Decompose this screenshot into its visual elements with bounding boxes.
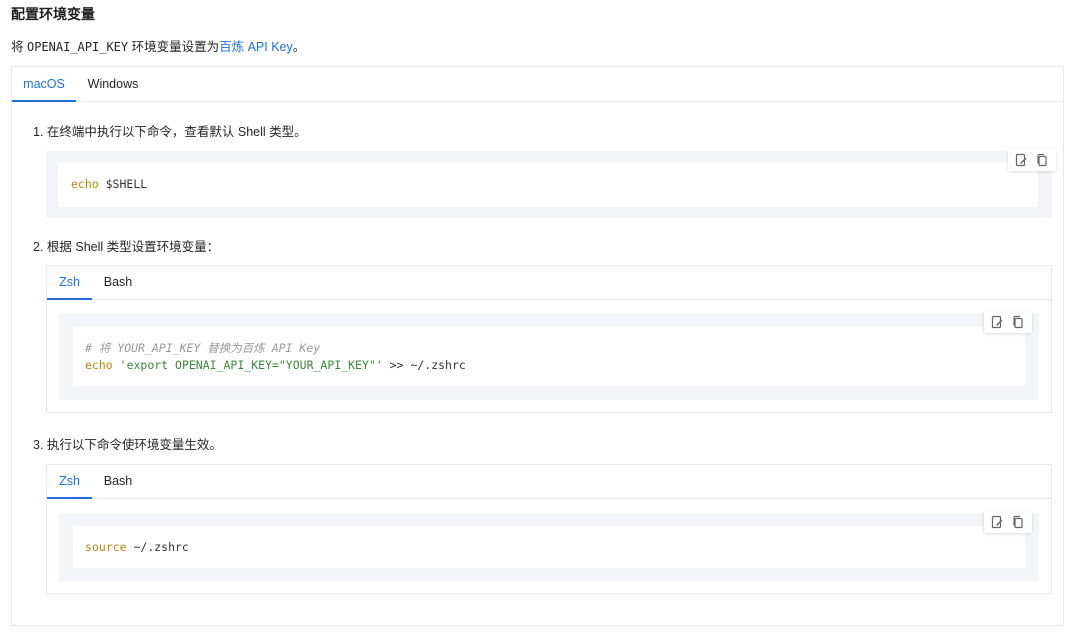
code-text: ~/.zshrc: [126, 540, 189, 554]
code-toolbar-1: [1008, 149, 1056, 171]
code-block-1: echo $SHELL: [46, 149, 1056, 218]
shell-tabbar-2: Zsh Bash: [47, 266, 1051, 300]
copy-icon[interactable]: [1010, 514, 1026, 530]
code-block-2: # 将 YOUR_API_KEY 替换为百炼 API Key echo 'exp…: [59, 311, 1039, 400]
api-key-link[interactable]: 百炼 API Key: [219, 40, 293, 54]
shell-tabbar-3: Zsh Bash: [47, 465, 1051, 499]
intro-suffix: 。: [292, 40, 306, 54]
os-tabbar: macOS Windows: [12, 67, 1063, 102]
code-block-3: source ~/.zshrc: [59, 511, 1039, 581]
tab-zsh[interactable]: Zsh: [47, 266, 92, 300]
os-tab-panel: macOS Windows 1. 在终端中执行以下命令，查看默认 Shell 类…: [11, 66, 1064, 626]
step-3-text: 3. 执行以下命令使环境变量生效。: [33, 438, 222, 452]
code-area-2: # 将 YOUR_API_KEY 替换为百炼 API Key echo 'exp…: [73, 327, 1025, 386]
intro-text: 将 OPENAI_API_KEY 环境变量设置为百炼 API Key。: [11, 36, 305, 55]
intro-code: OPENAI_API_KEY: [26, 40, 129, 54]
code-keyword: echo: [71, 177, 99, 191]
copy-icon[interactable]: [1034, 152, 1050, 168]
tab-macos[interactable]: macOS: [12, 67, 76, 102]
code-line-1: echo $SHELL: [71, 177, 147, 191]
step-1-text: 1. 在终端中执行以下命令，查看默认 Shell 类型。: [33, 125, 307, 139]
tab-zsh[interactable]: Zsh: [47, 465, 92, 499]
code-keyword: source: [85, 540, 127, 554]
edit-icon[interactable]: [989, 314, 1005, 330]
edit-icon[interactable]: [989, 514, 1005, 530]
code-string: 'export OPENAI_API_KEY="YOUR_API_KEY"': [119, 358, 383, 372]
code-toolbar-2: [984, 311, 1032, 333]
tab-bash[interactable]: Bash: [94, 266, 142, 299]
code-area-3: source ~/.zshrc: [73, 526, 1025, 568]
code-toolbar-3: [984, 511, 1032, 533]
tab-windows[interactable]: Windows: [78, 67, 148, 101]
intro-prefix: 将: [11, 40, 27, 54]
code-text: $SHELL: [98, 177, 148, 191]
section-title: 配置环境变量: [11, 6, 95, 22]
tab-bash[interactable]: Bash: [94, 465, 142, 498]
code-keyword: echo: [85, 358, 113, 372]
code-area-1: echo $SHELL: [58, 163, 1038, 207]
shell-tab-panel-3: Zsh Bash source ~/.zshrc: [46, 464, 1052, 594]
copy-icon[interactable]: [1010, 314, 1026, 330]
code-text: >> ~/.zshrc: [382, 358, 466, 372]
code-line-2: echo 'export OPENAI_API_KEY="YOUR_API_KE…: [85, 358, 466, 372]
shell-tab-panel-2: Zsh Bash # 将 YOUR_API_KEY 替换为百炼 API Key …: [46, 265, 1052, 413]
code-comment: # 将 YOUR_API_KEY 替换为百炼 API Key: [85, 341, 321, 355]
step-2-text: 2. 根据 Shell 类型设置环境变量：: [33, 240, 220, 254]
code-line-3: source ~/.zshrc: [85, 540, 189, 554]
intro-middle: 环境变量设置为: [128, 40, 220, 54]
edit-icon[interactable]: [1013, 152, 1029, 168]
